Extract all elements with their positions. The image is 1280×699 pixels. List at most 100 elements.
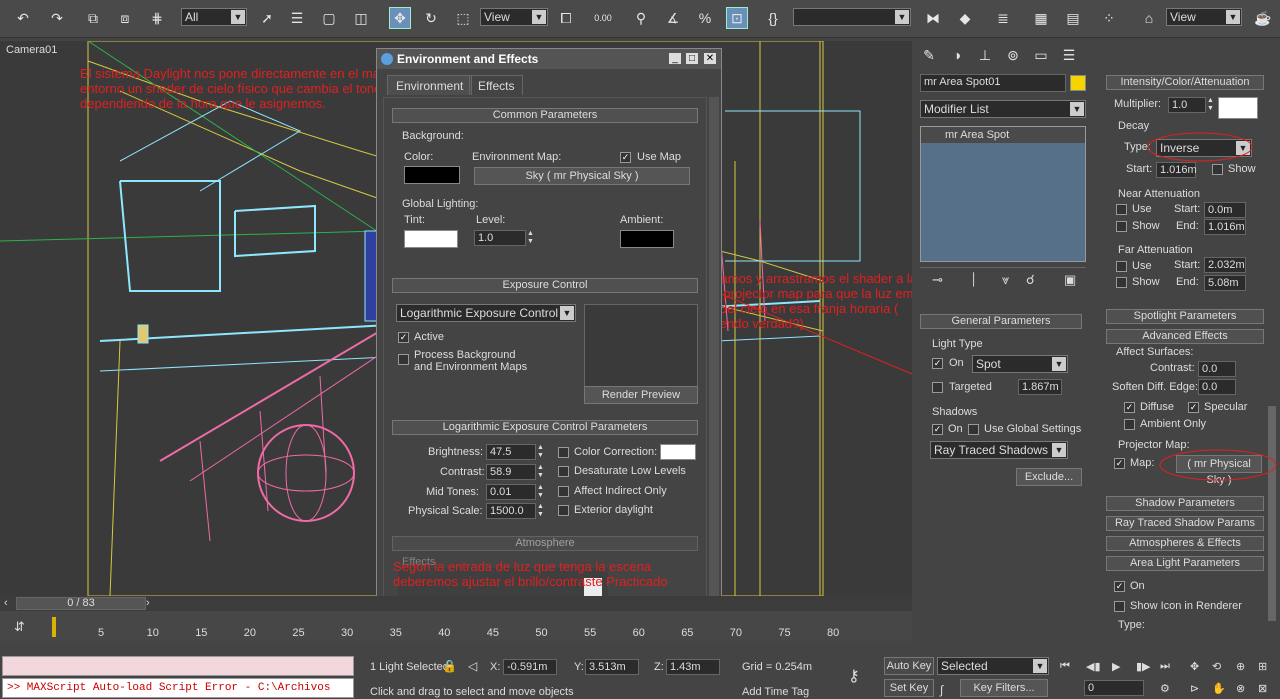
use-map-checkbox[interactable]: ✓ <box>620 152 631 163</box>
goto-end-icon[interactable]: ⏭ <box>1160 660 1170 673</box>
rollout-intensity[interactable]: Intensity/Color/Attenuation <box>1106 75 1264 90</box>
midtones-spinner[interactable]: ▲ ▼ <box>536 484 545 500</box>
selection-filter-dropdown[interactable]: All ▼ <box>181 8 247 26</box>
x-coordinate-field[interactable]: -0.591m <box>503 659 557 675</box>
targeted-distance-field[interactable]: 1.867m <box>1018 379 1062 395</box>
add-time-tag[interactable]: Add Time Tag <box>742 686 809 698</box>
use-global-checkbox[interactable] <box>968 424 979 435</box>
decay-start-field[interactable]: 1.016m <box>1156 162 1197 178</box>
next-frame-icon[interactable]: ▮▶ <box>1136 660 1151 673</box>
select-by-name-icon[interactable]: ☰ <box>286 7 308 29</box>
key-mode-toggle-icon[interactable]: ∫ <box>940 683 943 697</box>
make-unique-icon[interactable]: ⩔ <box>1002 272 1009 288</box>
curve-editor-icon[interactable]: ▦ <box>1030 7 1052 29</box>
reference-coordinate-dropdown[interactable]: View ▼ <box>480 8 548 26</box>
rollout-log-exposure-params[interactable]: Logarithmic Exposure Control Parameters <box>392 420 698 435</box>
motion-tab-icon[interactable]: ⊚ <box>1002 44 1024 66</box>
multiplier-field[interactable]: 1.0 <box>1168 97 1206 113</box>
stack-item-mr-area-spot[interactable]: mr Area Spot <box>921 127 1085 143</box>
select-move-icon[interactable]: ✥ <box>389 7 411 29</box>
light-color-swatch[interactable] <box>1218 97 1258 119</box>
bind-spacewarp-icon[interactable]: ⋕ <box>146 7 168 29</box>
diffuse-checkbox[interactable]: ✓ <box>1124 402 1135 413</box>
auto-key-button[interactable]: Auto Key <box>884 657 934 675</box>
walkthrough-icon[interactable]: ✋ <box>1212 682 1226 695</box>
play-icon[interactable]: ▶ <box>1112 660 1120 673</box>
undo-icon[interactable]: ↶ <box>12 7 34 29</box>
key-mode-dropdown[interactable]: Selected ▼ <box>937 657 1049 675</box>
rollout-common-parameters[interactable]: Common Parameters <box>392 108 698 123</box>
modifier-list-dropdown[interactable]: Modifier List ▼ <box>920 100 1086 118</box>
rollout-ray-traced-params[interactable]: Ray Traced Shadow Params <box>1106 516 1264 531</box>
show-icon-checkbox[interactable] <box>1114 601 1125 612</box>
contrast-field[interactable]: 58.9 <box>486 464 536 480</box>
redo-icon[interactable]: ↷ <box>46 7 68 29</box>
minimize-icon[interactable]: _ <box>668 52 682 65</box>
maxscript-listener-output[interactable]: >> MAXScript Auto-load Script Error - C:… <box>2 678 354 698</box>
percent-snap-toggle-icon[interactable]: % <box>694 7 716 29</box>
link-icon[interactable]: ⧉ <box>82 7 104 29</box>
snap-toggle-icon[interactable]: ⚲ <box>630 7 652 29</box>
display-tab-icon[interactable]: ▭ <box>1030 44 1052 66</box>
brightness-field[interactable]: 47.5 <box>486 444 536 460</box>
shadows-on-checkbox[interactable]: ✓ <box>932 424 943 435</box>
current-frame-field[interactable]: 0 <box>1084 680 1144 696</box>
show-end-result-icon[interactable]: ⏐ <box>970 272 977 288</box>
align-icon[interactable]: ◆ <box>954 7 976 29</box>
current-frame-marker[interactable] <box>52 617 56 637</box>
absolute-mode-icon[interactable]: ◁ <box>468 659 477 673</box>
prev-frame-icon[interactable]: ◀▮ <box>1086 660 1101 673</box>
near-start-field[interactable]: 0.0m <box>1204 202 1246 218</box>
render-icon[interactable]: ☕ <box>1252 7 1274 29</box>
tint-color-swatch[interactable] <box>404 230 458 248</box>
pin-stack-icon[interactable]: ⊸ <box>932 272 943 288</box>
tab-effects[interactable]: Effects <box>469 75 524 95</box>
background-color-swatch[interactable] <box>404 166 460 184</box>
ambient-color-swatch[interactable] <box>620 230 674 248</box>
angle-snap-icon[interactable]: ∡ <box>662 7 684 29</box>
track-bar[interactable]: ⇵ 5 10 15 20 25 30 35 40 45 50 55 60 65 70 75 80 <box>0 611 912 641</box>
time-config-icon[interactable]: ⚙ <box>1160 682 1170 695</box>
decay-show-checkbox[interactable] <box>1212 164 1223 175</box>
select-rotate-icon[interactable]: ↻ <box>420 7 442 29</box>
rollout-atmosphere[interactable]: Atmosphere <box>392 536 698 551</box>
rollout-advanced-effects[interactable]: Advanced Effects <box>1106 329 1264 344</box>
named-selection-dropdown[interactable]: ▼ <box>793 8 911 26</box>
pivot-center-icon[interactable]: ⧠ <box>555 7 577 29</box>
color-correction-checkbox[interactable] <box>558 447 569 458</box>
maximize-icon[interactable]: □ <box>685 52 699 65</box>
material-editor-icon[interactable]: ⁘ <box>1098 7 1120 29</box>
level-field[interactable]: 1.0 <box>474 230 526 246</box>
near-use-checkbox[interactable] <box>1116 204 1127 215</box>
layer-manager-icon[interactable]: ≣ <box>992 7 1014 29</box>
select-object-icon[interactable]: ➚ <box>256 7 278 29</box>
projector-map-checkbox[interactable]: ✓ <box>1114 458 1125 469</box>
mirror-icon[interactable]: ⧓ <box>922 7 944 29</box>
area-on-checkbox[interactable]: ✓ <box>1114 581 1125 592</box>
desaturate-checkbox[interactable] <box>558 466 569 477</box>
z-coordinate-field[interactable]: 1.43m <box>666 659 720 675</box>
fov-icon[interactable]: ⊳ <box>1190 682 1199 695</box>
decay-type-dropdown[interactable]: Inverse ▼ <box>1156 139 1252 157</box>
selection-lock-icon[interactable]: 🔒 <box>442 659 457 673</box>
rollout-area-light-parameters[interactable]: Area Light Parameters <box>1106 556 1264 571</box>
far-start-field[interactable]: 2.032m <box>1204 257 1246 273</box>
rollout-atmospheres-effects[interactable]: Atmospheres & Effects <box>1106 536 1264 551</box>
modify-tab-icon[interactable]: ◑ <box>946 44 968 66</box>
utilities-tab-icon[interactable]: ☰ <box>1058 44 1080 66</box>
remove-modifier-icon[interactable]: ☌ <box>1026 272 1035 288</box>
affect-indirect-checkbox[interactable] <box>558 486 569 497</box>
exterior-daylight-checkbox[interactable] <box>558 505 569 516</box>
physical-scale-field[interactable]: 1500.0 <box>486 503 536 519</box>
dialog-scrollbar[interactable] <box>709 97 719 617</box>
process-background-checkbox[interactable] <box>398 354 409 365</box>
set-key-button[interactable]: Set Key <box>884 679 934 697</box>
physical-scale-spinner[interactable]: ▲ ▼ <box>536 503 545 519</box>
percent-snap-icon[interactable]: 0.00 <box>592 7 614 29</box>
goto-start-icon[interactable]: ⏮ <box>1060 660 1070 673</box>
midtones-field[interactable]: 0.01 <box>486 484 536 500</box>
select-scale-icon[interactable]: ⬚ <box>452 7 474 29</box>
object-name-field[interactable]: mr Area Spot01 <box>920 74 1066 92</box>
trackbar-mini-curve-icon[interactable]: ⇵ <box>14 619 25 635</box>
exposure-type-dropdown[interactable]: Logarithmic Exposure Control ▼ <box>396 304 576 322</box>
